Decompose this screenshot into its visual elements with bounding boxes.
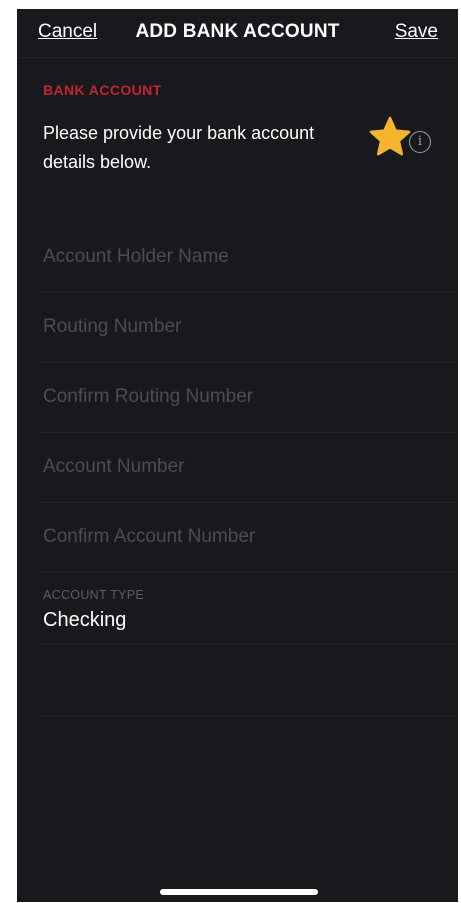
- account-number-field: [38, 432, 458, 503]
- save-button[interactable]: Save: [395, 21, 438, 43]
- routing-number-input[interactable]: [43, 316, 443, 338]
- account-holder-name-field: [38, 222, 458, 293]
- screen: Cancel ADD BANK ACCOUNT Save BANK ACCOUN…: [17, 9, 458, 902]
- confirm-routing-number-input[interactable]: [43, 386, 443, 408]
- account-number-input[interactable]: [43, 456, 443, 478]
- confirm-routing-number-field: [38, 362, 458, 433]
- section-label: BANK ACCOUNT: [43, 82, 162, 98]
- page-title: ADD BANK ACCOUNT: [135, 21, 340, 42]
- account-type-label: ACCOUNT TYPE: [43, 588, 145, 602]
- account-type-select[interactable]: ACCOUNT TYPE Checking: [38, 572, 458, 645]
- divider: [38, 715, 458, 716]
- intro-text: Please provide your bank account details…: [43, 123, 315, 172]
- confirm-account-number-field: [38, 502, 458, 573]
- home-indicator[interactable]: [160, 889, 318, 895]
- account-holder-name-input[interactable]: [43, 246, 443, 268]
- star-icon: [369, 116, 411, 156]
- account-type-value: Checking: [43, 609, 127, 631]
- navigation-bar: Cancel ADD BANK ACCOUNT Save: [17, 9, 458, 58]
- routing-number-field: [38, 292, 458, 363]
- info-icon[interactable]: i: [409, 131, 431, 153]
- confirm-account-number-input[interactable]: [43, 526, 443, 548]
